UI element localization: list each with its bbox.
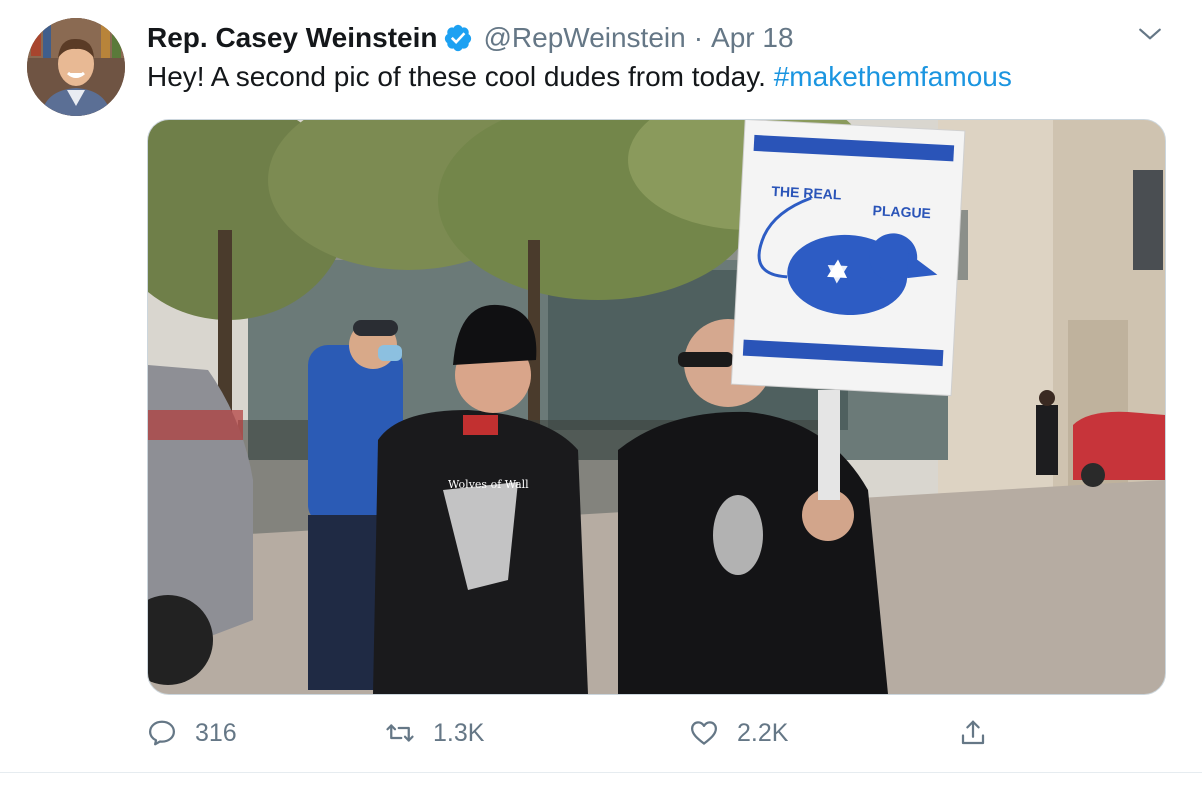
reply-icon [149,720,175,746]
avatar[interactable] [27,18,125,116]
tweet-text: Hey! A second pic of these cool dudes fr… [147,61,1012,93]
tweet[interactable]: Rep. Casey Weinstein @RepWeinstein · Apr… [0,0,1202,773]
like-button[interactable]: 2.2K [689,712,788,754]
tweet-date[interactable]: Apr 18 [711,22,794,54]
retweet-button[interactable]: 1.3K [385,712,484,754]
reply-button[interactable]: 316 [147,712,237,754]
tweet-photo[interactable]: Wolves of Wall THE REAL PLAGUE [147,119,1166,695]
shirt-text: Wolves of Wall [448,478,529,491]
sign-text-right: PLAGUE [872,202,931,221]
verified-badge-icon [445,24,472,52]
chevron-down-icon[interactable] [1137,21,1163,47]
share-button[interactable] [958,712,1006,754]
share-icon [961,720,985,745]
tweet-text-body: Hey! A second pic of these cool dudes fr… [147,61,774,92]
tweet-header: Rep. Casey Weinstein @RepWeinstein · Apr… [147,21,794,55]
hashtag-link[interactable]: #makethemfamous [774,61,1012,92]
reply-count: 316 [195,718,237,747]
author-name[interactable]: Rep. Casey Weinstein [147,22,437,54]
like-count: 2.2K [737,718,789,747]
heart-icon [691,721,717,745]
separator-dot: · [693,22,704,53]
tweet-actions: 316 1.3K 2.2K [147,712,1047,754]
retweet-icon [386,724,414,742]
retweet-count: 1.3K [433,718,485,747]
author-handle[interactable]: @RepWeinstein [483,22,685,54]
